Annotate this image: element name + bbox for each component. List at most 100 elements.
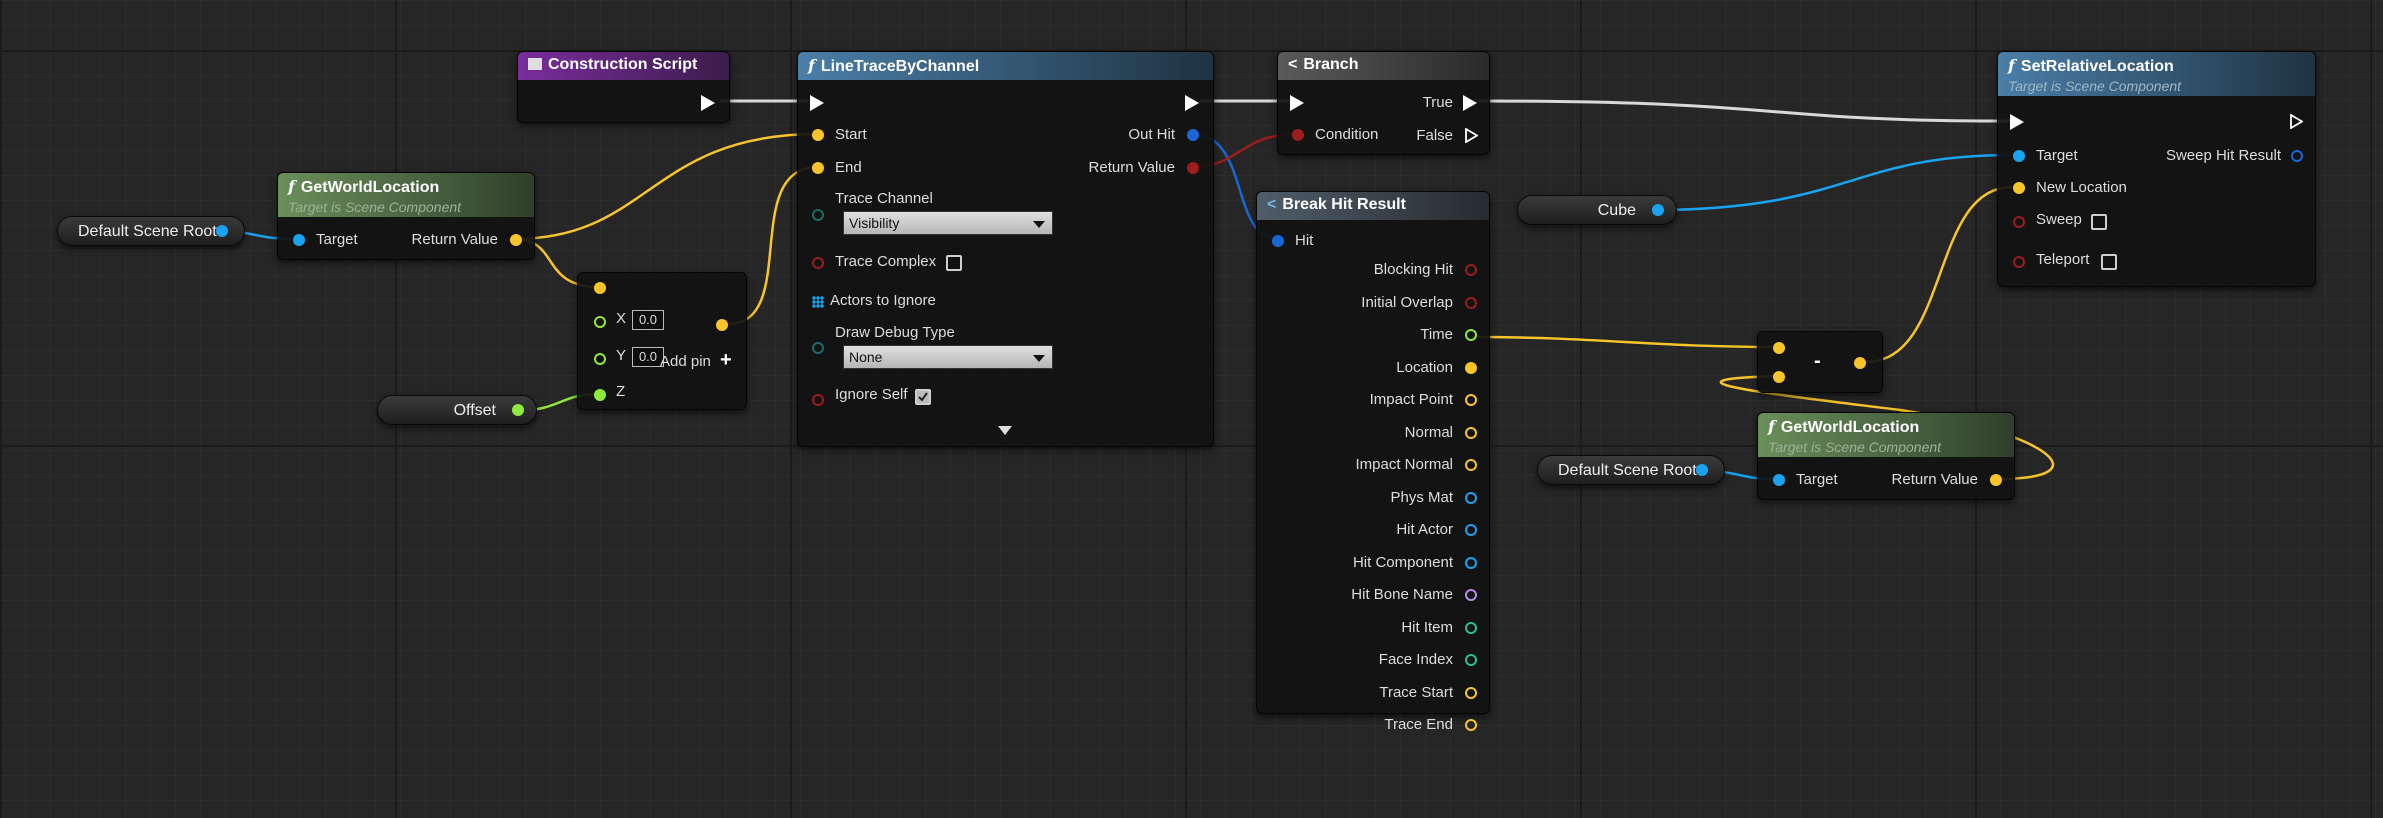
trace-end-pin[interactable]	[812, 162, 824, 174]
break-output-label: Impact Point	[1369, 391, 1453, 408]
ignore-self-pin[interactable]	[812, 394, 824, 406]
break-hit-input-pin[interactable]	[1272, 235, 1284, 247]
draw-debug-value: None	[849, 349, 883, 365]
break-output-pin[interactable]	[1465, 329, 1477, 341]
gwl2-subtitle: Target is Scene Component	[1768, 439, 1942, 455]
get-world-location-node-2[interactable]: f GetWorldLocation Target is Scene Compon…	[1757, 412, 2015, 500]
trace-complex-label: Trace Complex	[835, 253, 937, 270]
trace-complex-pin[interactable]	[812, 257, 824, 269]
branch-false-pin[interactable]	[1465, 128, 1478, 143]
array-grid-icon[interactable]	[812, 296, 824, 308]
offset-variable-node[interactable]: Offset	[377, 395, 537, 425]
setrel-sweep-hit-pin[interactable]	[2291, 150, 2303, 162]
line-trace-by-channel-node[interactable]: f LineTraceByChannel Start End Out Hit Re…	[797, 51, 1214, 447]
chevron-down-icon	[1033, 355, 1045, 362]
gwl1-subtitle: Target is Scene Component	[288, 199, 462, 215]
break-output-label: Trace End	[1384, 716, 1453, 733]
trace-exec-output-pin[interactable]	[1185, 95, 1199, 111]
trace-channel-pin[interactable]	[812, 209, 824, 221]
branch-header: < Branch	[1278, 52, 1489, 80]
setrel-teleport-checkbox[interactable]	[2101, 254, 2117, 270]
break-output-pin[interactable]	[1465, 491, 1477, 504]
construction-script-node[interactable]: Construction Script	[517, 51, 730, 123]
trace-return-pin[interactable]	[1187, 162, 1199, 174]
ignore-self-checkbox[interactable]	[915, 389, 931, 405]
wire-location-sub	[1471, 335, 1779, 349]
trace-start-pin[interactable]	[812, 129, 824, 141]
gwl1-return-pin[interactable]	[510, 234, 522, 246]
make-vector-node[interactable]: X 0.0 Y 0.0 Add pin + Z	[577, 272, 747, 410]
make-y-pin[interactable]	[594, 353, 606, 365]
draw-debug-dropdown[interactable]: None	[843, 345, 1053, 369]
get-world-location-node-1[interactable]: f GetWorldLocation Target is Scene Compon…	[277, 172, 535, 260]
make-output-pin[interactable]	[716, 319, 728, 331]
branch-exec-input-pin[interactable]	[1290, 95, 1304, 111]
make-x-label: X	[616, 310, 627, 327]
gwl2-target-pin[interactable]	[1773, 474, 1785, 486]
trace-header: f LineTraceByChannel	[798, 52, 1213, 80]
make-add-pin-label[interactable]: Add pin	[660, 353, 711, 370]
break-output-pin[interactable]	[1465, 589, 1477, 601]
gwl2-header: f GetWorldLocation Target is Scene Compon…	[1758, 413, 2014, 457]
subtract-input-b-pin[interactable]	[1773, 371, 1785, 383]
break-output-pin[interactable]	[1465, 719, 1477, 731]
make-x-value[interactable]: 0.0	[632, 310, 664, 330]
setrel-exec-input-pin[interactable]	[2010, 114, 2024, 130]
set-relative-location-node[interactable]: f SetRelativeLocation Target is Scene Com…	[1997, 51, 2316, 287]
setrel-sweep-checkbox[interactable]	[2091, 214, 2107, 230]
branch-condition-pin[interactable]	[1292, 129, 1304, 141]
branch-true-label: True	[1422, 94, 1453, 111]
gwl1-target-pin[interactable]	[293, 234, 305, 246]
trace-channel-dropdown[interactable]: Visibility	[843, 211, 1053, 235]
ignore-self-label: Ignore Self	[835, 386, 908, 403]
break-output-pin[interactable]	[1465, 426, 1477, 439]
break-output-pin[interactable]	[1465, 621, 1477, 634]
setrel-teleport-pin[interactable]	[2013, 256, 2025, 268]
gwl1-title: GetWorldLocation	[300, 179, 440, 196]
subtract-vector-node[interactable]: -	[1757, 331, 1883, 393]
break-output-pin[interactable]	[1465, 654, 1477, 666]
draw-debug-label: Draw Debug Type	[835, 324, 955, 341]
break-output-pin[interactable]	[1465, 296, 1477, 309]
cube-variable-node[interactable]: Cube	[1517, 195, 1677, 225]
dsr2-output-pin[interactable]	[1696, 464, 1708, 476]
break-hit-title: Break Hit Result	[1282, 196, 1406, 213]
gwl2-title: GetWorldLocation	[1780, 419, 1920, 436]
setrel-exec-output-pin[interactable]	[2290, 114, 2303, 129]
trace-complex-checkbox[interactable]	[946, 255, 962, 271]
break-hit-result-node[interactable]: < Break Hit Result Hit Blocking Hit Initia…	[1256, 191, 1490, 733]
make-add-pin-plus[interactable]: +	[720, 349, 732, 372]
default-scene-root-node-2[interactable]: Default Scene Root	[1537, 455, 1725, 485]
setrel-sweep-label: Sweep	[2036, 211, 2082, 228]
setrel-target-pin[interactable]	[2013, 150, 2025, 162]
subtract-input-a-pin[interactable]	[1773, 342, 1785, 354]
trace-channel-value: Visibility	[849, 215, 900, 231]
break-output-pin[interactable]	[1465, 524, 1477, 536]
break-output-pin[interactable]	[1465, 556, 1477, 569]
function-icon: f	[1768, 417, 1775, 436]
default-scene-root-node-1[interactable]: Default Scene Root	[57, 216, 245, 246]
trace-exec-input-pin[interactable]	[810, 95, 824, 111]
make-input-pin[interactable]	[594, 282, 606, 294]
draw-debug-pin[interactable]	[812, 342, 824, 354]
make-z-pin[interactable]	[594, 389, 606, 401]
break-output-pin[interactable]	[1465, 459, 1477, 471]
cube-output-pin[interactable]	[1652, 204, 1664, 216]
break-output-pin[interactable]	[1465, 394, 1477, 406]
break-output-pin[interactable]	[1465, 686, 1477, 699]
exec-output-pin[interactable]	[701, 95, 715, 111]
make-x-pin[interactable]	[594, 316, 606, 328]
break-output-pin[interactable]	[1465, 361, 1477, 374]
expand-arrow-icon[interactable]	[998, 426, 1012, 435]
break-hit-input-label: Hit	[1295, 232, 1314, 249]
branch-node[interactable]: < Branch True Condition False	[1277, 51, 1490, 155]
subtract-output-pin[interactable]	[1854, 357, 1866, 369]
branch-true-pin[interactable]	[1463, 95, 1477, 111]
trace-out-hit-pin[interactable]	[1187, 129, 1199, 141]
dsr1-output-pin[interactable]	[216, 225, 228, 237]
gwl2-return-pin[interactable]	[1990, 474, 2002, 486]
setrel-sweep-pin[interactable]	[2013, 216, 2025, 228]
break-output-pin[interactable]	[1465, 264, 1477, 276]
offset-output-pin[interactable]	[512, 404, 524, 416]
setrel-new-location-pin[interactable]	[2013, 182, 2025, 194]
